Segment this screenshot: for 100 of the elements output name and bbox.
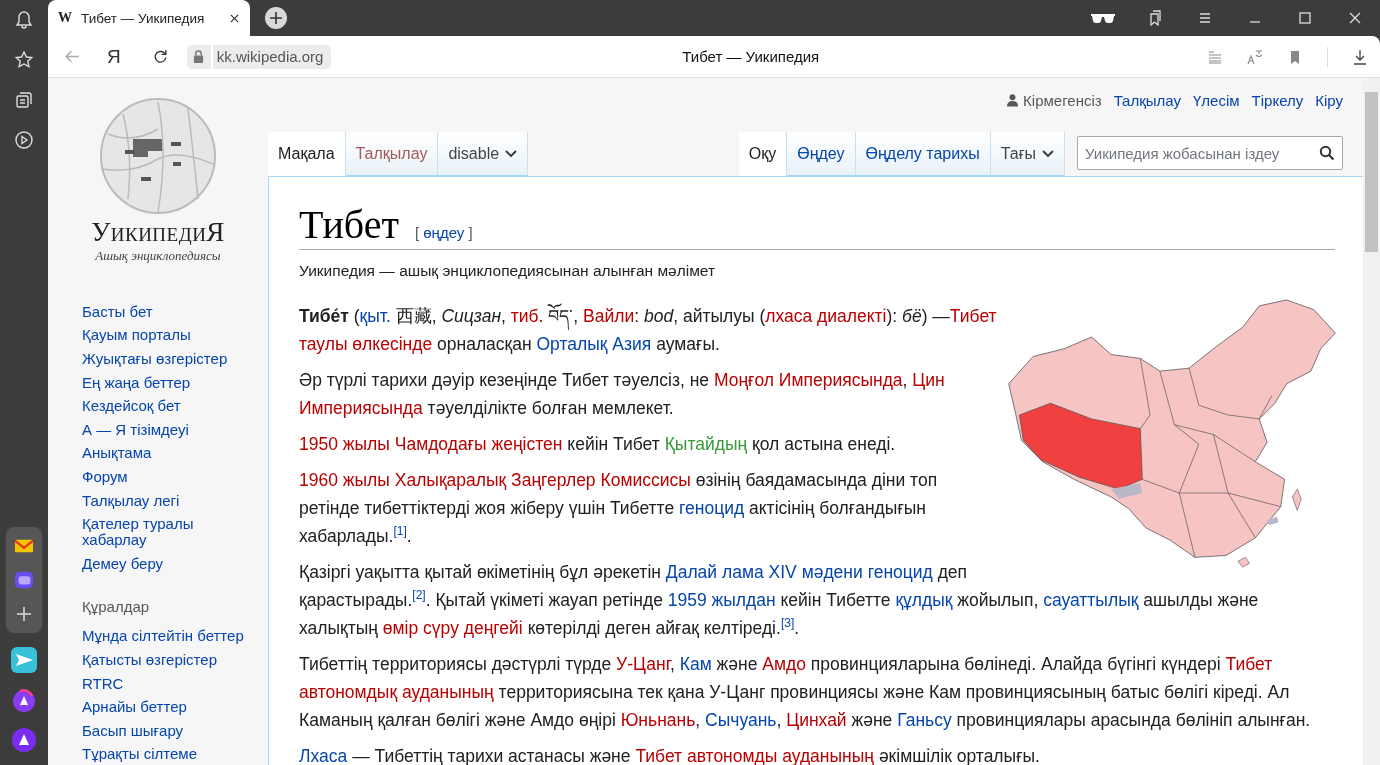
- link[interactable]: Империясында: [299, 398, 423, 418]
- link[interactable]: Лхаса: [299, 746, 348, 765]
- login-status: Кірмегенсіз: [1023, 91, 1102, 109]
- add-icon[interactable]: [14, 604, 34, 624]
- search-icon[interactable]: [1319, 145, 1335, 161]
- page-tab[interactable]: Талқылау: [345, 132, 439, 176]
- link[interactable]: Қытайдың: [664, 434, 748, 454]
- link[interactable]: мәдени геноцид: [801, 562, 933, 582]
- sidebar-link[interactable]: Арнайы беттер: [82, 695, 262, 719]
- link[interactable]: Орталық Азия: [536, 334, 652, 354]
- link[interactable]: Амдо: [762, 654, 806, 674]
- section-heading: Құралдар: [82, 597, 151, 615]
- collections-icon[interactable]: [1147, 10, 1163, 26]
- assistant-icon[interactable]: [11, 687, 37, 713]
- link[interactable]: геноцид: [679, 498, 745, 518]
- paragraph: Әр түрлі тарихи дәуір кезеңінде Тибет тәуелсіз, не Моңғол Империясында, Цин Империясында тәуелділікте болған мемлекет.: [299, 369, 946, 420]
- link[interactable]: Моңғол Империясында: [713, 370, 903, 390]
- link[interactable]: Цин: [912, 370, 945, 390]
- link[interactable]: Кам: [679, 654, 712, 674]
- assistant-icon[interactable]: [11, 727, 37, 753]
- page-tab[interactable]: Мақала: [268, 132, 346, 176]
- link[interactable]: Ганьсу: [897, 710, 952, 730]
- link[interactable]: 1960 жылы Халықаралық Заңгерлер Комиссисы: [299, 470, 691, 490]
- sidebar-link[interactable]: Қатысты өзгерістер: [82, 648, 262, 672]
- glasses-icon[interactable]: [1090, 12, 1116, 24]
- link[interactable]: құлдық: [895, 590, 953, 610]
- reference-link[interactable]: [2]: [412, 588, 426, 603]
- personal-link[interactable]: Үлесім: [1193, 91, 1240, 109]
- page-tab[interactable]: Өңделу тарихы: [855, 132, 991, 176]
- link[interactable]: Вайли: [583, 306, 635, 326]
- page-tab[interactable]: disable: [438, 132, 529, 176]
- personal-link[interactable]: Кіру: [1315, 91, 1343, 109]
- messenger-icon[interactable]: [14, 570, 34, 590]
- wordmark: УикипедиЯ: [91, 217, 225, 248]
- link[interactable]: Тибет: [1225, 654, 1273, 674]
- sidebar-link[interactable]: Қателер туралы хабарлау: [82, 512, 262, 552]
- link[interactable]: Юньнань: [620, 710, 696, 730]
- paragraph: 1950 жылы Чамдодағы жеңістен кейін Тибет Қытайдың қол астына енеді.: [299, 433, 897, 456]
- page-tab[interactable]: Оқу: [738, 132, 788, 176]
- page-tab[interactable]: Тағы: [990, 132, 1065, 176]
- browser-logo[interactable]: Я: [107, 45, 121, 68]
- link[interactable]: Сычуань: [705, 710, 777, 730]
- translate-icon[interactable]: [1247, 48, 1263, 65]
- sidebar-link[interactable]: Қауым порталы: [82, 323, 262, 348]
- maximize-icon[interactable]: [1297, 10, 1313, 26]
- close-icon[interactable]: [229, 12, 240, 24]
- favicon: W: [58, 10, 72, 26]
- sidebar-link[interactable]: Мұнда сілтейтін беттер: [82, 624, 262, 649]
- reference-link[interactable]: [3]: [780, 616, 795, 631]
- page-tab[interactable]: Өңдеу: [787, 132, 856, 176]
- personal-link[interactable]: Талқылау: [1113, 91, 1181, 109]
- sidebar-link[interactable]: Талқылау легі: [82, 488, 262, 513]
- search-field[interactable]: Уикипедия жобасынан іздеу: [1077, 136, 1343, 170]
- sidebar-link[interactable]: Форум: [82, 465, 262, 489]
- star-icon[interactable]: [14, 50, 34, 70]
- sidebar-link[interactable]: Анықтама: [82, 441, 262, 466]
- link[interactable]: Тибет: [949, 306, 997, 326]
- sidebar-link[interactable]: Демеу беру: [82, 551, 262, 576]
- personal-link[interactable]: Тіркелу: [1251, 91, 1304, 109]
- close-icon[interactable]: [1347, 10, 1363, 26]
- sidebar-link[interactable]: Жуықтағы өзгерістер: [82, 347, 262, 371]
- menu-icon[interactable]: [1197, 10, 1213, 26]
- browser-tab[interactable]: W Тибет — Уикипедия: [48, 0, 250, 36]
- sidebar-link[interactable]: RTRC: [82, 671, 262, 696]
- link[interactable]: лхаса диалекті: [765, 306, 887, 326]
- reference-link[interactable]: [1]: [393, 524, 407, 539]
- link[interactable]: Далай лама XIV: [665, 562, 797, 582]
- send-icon[interactable]: [11, 647, 37, 673]
- edit-link[interactable]: өңдеу: [423, 224, 465, 241]
- tab-title: Тибет — Уикипедия: [81, 10, 206, 26]
- link[interactable]: автономдық ауданының: [299, 682, 494, 702]
- link[interactable]: таулы өлкесінде: [299, 334, 433, 354]
- link[interactable]: 1959 жылдан: [667, 590, 776, 610]
- new-tab-icon[interactable]: [264, 6, 288, 30]
- link[interactable]: өмір сүру деңгейі: [382, 618, 523, 638]
- sidebar-link[interactable]: Кездейсоқ бет: [82, 394, 262, 418]
- sidebar-link[interactable]: Басты бет: [82, 300, 262, 324]
- link[interactable]: 1950 жылы Чамдодағы жеңістен: [299, 434, 563, 454]
- paragraph: Тибеттің территориясы дәстүрлі түрде У-Цанг, Кам және Амдо провинцияларына бөлінеді. Алайда бүгінгі күндері Тибет автономдық ауданының территориясына тек қана У-Цанг провинциясы және Кам провинциясының батыс бөлігі кіреді. Ал Каманың қалған бөлігі және Амдо өңірі Юньнань, Сычуань, Цинхай және Ганьсу провинциялары арасында бөлініп алынған.: [299, 653, 1312, 732]
- link[interactable]: тиб.: [510, 306, 544, 326]
- download-icon[interactable]: [1352, 48, 1368, 65]
- user-icon: [1006, 93, 1020, 107]
- sidebar-link[interactable]: Басып шығару: [82, 718, 262, 743]
- sidebar-link[interactable]: А — Я тізімдеуі: [82, 417, 262, 442]
- notifications-bell-icon[interactable]: [14, 10, 34, 30]
- link[interactable]: Цинхай: [786, 710, 847, 730]
- paragraph: 1960 жылы Халықаралық Заңгерлер Комиссисы өзінің баядамасында діни топ ретінде тибеттіктерді жоя жіберу үшін Тибетте геноцид актісінің болғандығын хабарлады.$^{[1]}$.: [299, 469, 939, 548]
- link[interactable]: Тибет автономды ауданының: [635, 746, 874, 765]
- link[interactable]: қыт.: [359, 306, 391, 326]
- sidebar-link[interactable]: Тұрақты сілтеме: [82, 742, 262, 765]
- play-icon[interactable]: [14, 130, 34, 150]
- lock-icon[interactable]: [186, 44, 211, 69]
- paragraph: Лхаса — Тибеттің тарихи астанасы және Тибет автономды ауданының әкімшілік орталығы.: [299, 745, 1041, 765]
- link[interactable]: У-Цанг: [616, 654, 670, 674]
- caret-icon: [505, 149, 518, 158]
- link[interactable]: сауаттылық: [1043, 590, 1139, 610]
- url-field[interactable]: kk.wikipedia.org: [212, 44, 332, 69]
- collections-icon[interactable]: [14, 90, 34, 110]
- sidebar-link[interactable]: Ең жаңа беттер: [82, 370, 262, 395]
- scrollbar[interactable]: [1363, 78, 1380, 765]
